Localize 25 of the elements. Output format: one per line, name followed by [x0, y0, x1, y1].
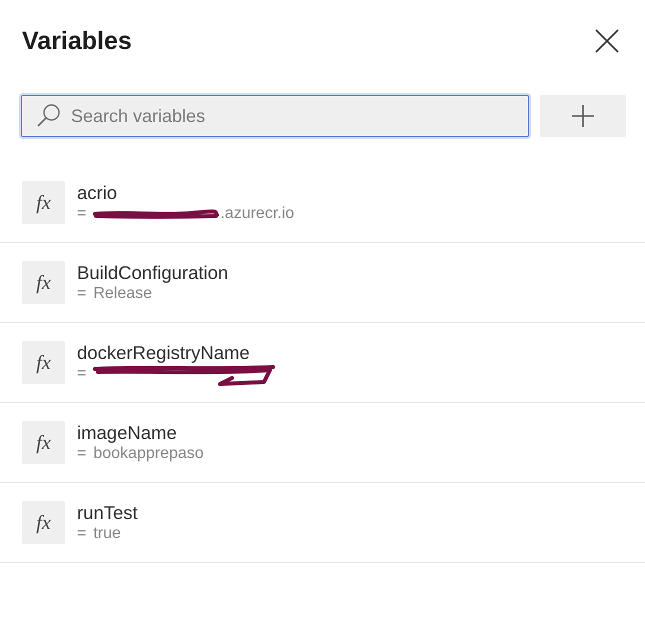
variable-name: acrio [77, 181, 118, 204]
search-field[interactable]: Search variables [21, 95, 529, 137]
close-button[interactable] [593, 27, 621, 55]
variable-name: BuildConfiguration [77, 261, 228, 284]
variable-name: dockerRegistryName [77, 341, 251, 364]
panel-title: Variables [22, 26, 132, 56]
equals-sign: = [77, 284, 86, 304]
variable-name: runTest [77, 501, 138, 524]
variable-name: imageName [77, 421, 178, 444]
close-icon [595, 29, 619, 53]
fx-icon: fx [22, 421, 65, 464]
search-icon [37, 104, 60, 127]
equals-sign: = [77, 524, 86, 544]
variable-value: bookapprepaso [93, 444, 204, 464]
equals-sign: = [77, 204, 86, 224]
fx-icon: fx [22, 341, 65, 384]
fx-icon: fx [22, 501, 65, 544]
fx-icon: fx [22, 261, 65, 304]
fx-icon: fx [22, 181, 65, 224]
equals-sign: = [77, 364, 86, 384]
plus-icon [572, 105, 594, 127]
variable-value: .azurecr.io [220, 204, 294, 224]
equals-sign: = [77, 444, 86, 464]
variable-value: true [93, 524, 121, 544]
variable-value: Release [93, 284, 152, 304]
